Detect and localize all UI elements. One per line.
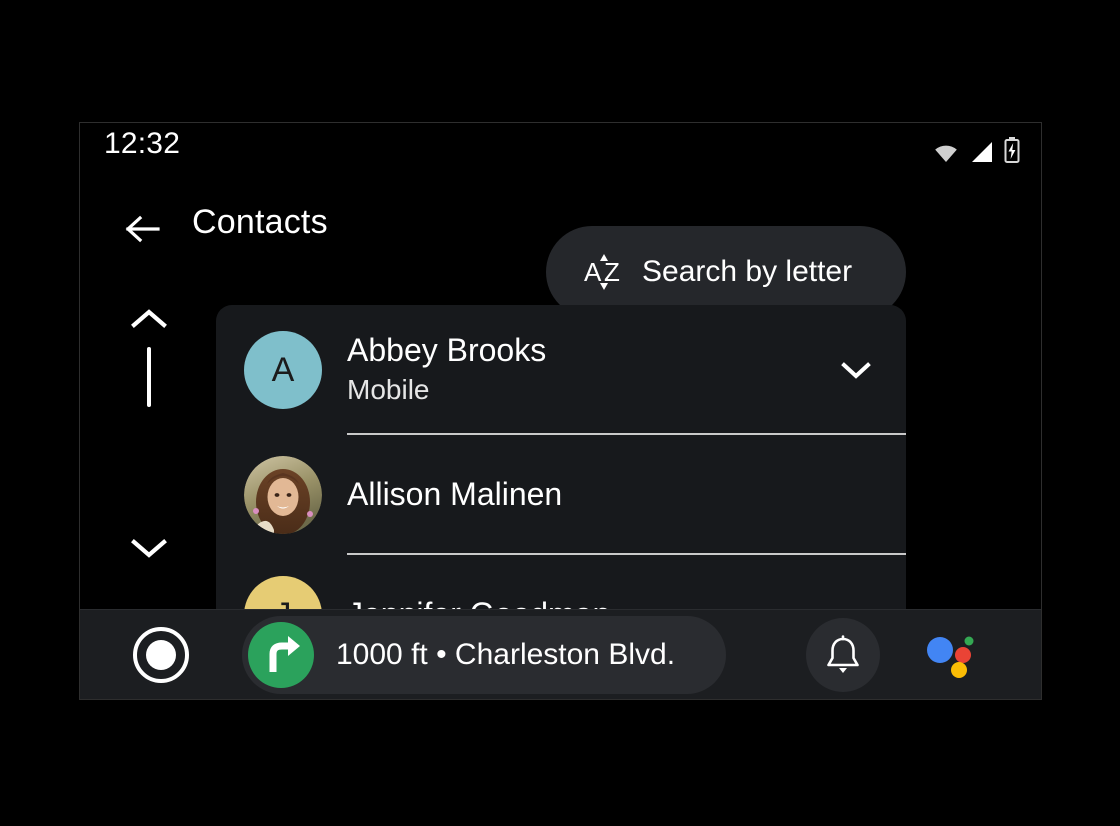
contact-name: Abbey Brooks — [347, 332, 547, 369]
navigation-status-pill[interactable]: 1000 ft • Charleston Blvd. — [242, 616, 726, 694]
avatar — [244, 456, 322, 534]
screen-root: 12:32 Contacts A Z Search by letter A Ab… — [0, 0, 1120, 826]
back-arrow-icon[interactable] — [122, 209, 162, 249]
avatar: A — [244, 331, 322, 409]
app-bar: Contacts A Z Search by letter — [80, 173, 1041, 318]
scroll-down-chevron-icon[interactable] — [128, 535, 170, 561]
google-assistant-icon[interactable] — [920, 624, 982, 686]
list-item[interactable]: Allison Malinen — [216, 435, 906, 555]
bell-icon — [827, 635, 859, 673]
contact-subtitle: Mobile — [347, 374, 430, 406]
status-bar: 12:32 — [80, 123, 1041, 173]
contact-photo — [244, 456, 322, 534]
app-launcher-icon[interactable] — [130, 624, 192, 686]
contact-name: Allison Malinen — [347, 476, 563, 513]
svg-text:A: A — [584, 257, 602, 287]
car-display-frame: 12:32 Contacts A Z Search by letter A Ab… — [79, 122, 1042, 700]
cell-signal-icon — [972, 142, 992, 162]
notifications-button[interactable] — [806, 618, 880, 692]
scrollbar-thumb[interactable] — [147, 347, 151, 407]
turn-right-icon — [248, 622, 314, 688]
status-bar-clock: 12:32 — [104, 127, 181, 160]
wifi-icon — [935, 145, 957, 162]
status-bar-icons — [932, 135, 1020, 163]
battery-charging-icon — [1004, 137, 1020, 163]
contact-text-block: Abbey Brooks Mobile — [347, 331, 836, 408]
svg-text:Z: Z — [604, 257, 620, 287]
search-by-letter-label: Search by letter — [642, 255, 853, 288]
page-title: Contacts — [192, 203, 328, 241]
avatar-initial: A — [271, 350, 295, 389]
chevron-down-icon[interactable] — [836, 350, 876, 390]
contact-text-block: Allison Malinen — [347, 475, 906, 514]
scroll-up-chevron-icon[interactable] — [128, 305, 170, 331]
navigation-status-text: 1000 ft • Charleston Blvd. — [336, 638, 676, 671]
list-scrollbar[interactable] — [119, 291, 179, 611]
bottom-nav-bar: 1000 ft • Charleston Blvd. — [80, 609, 1041, 699]
list-item[interactable]: A Abbey Brooks Mobile — [216, 305, 906, 435]
az-sort-icon: A Z — [584, 254, 620, 290]
